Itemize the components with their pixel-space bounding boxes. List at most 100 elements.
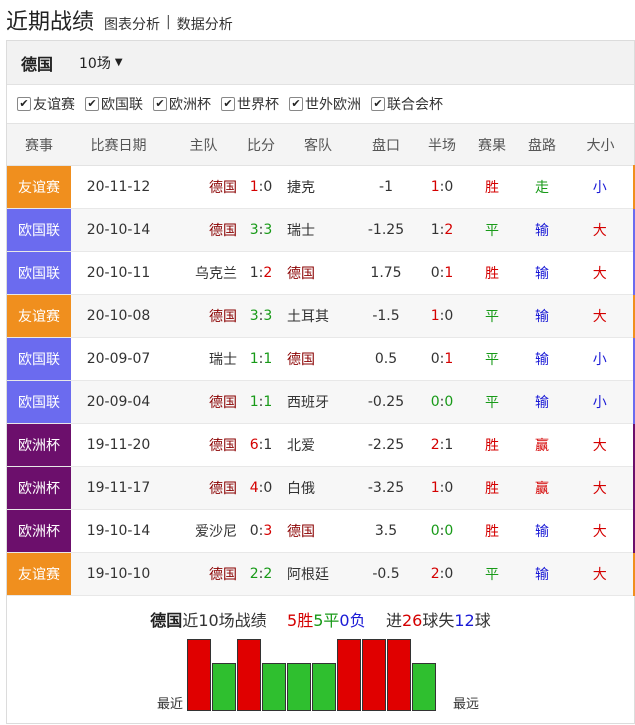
filter-3[interactable]: ✔ 世界杯 [221,94,279,114]
summary-section: 德国近10场战绩 5胜5平0负 进26球失12球 最近 最远 [7,597,634,725]
chart-analysis-link[interactable]: 图表分析 [104,14,160,34]
column-header: 大小 [567,123,634,166]
handicap-result-cell: 输 [517,337,567,381]
summary-text: 近10场战绩 [182,611,267,630]
half-away: 1 [444,265,454,281]
team-name: 德国 [21,54,54,74]
table-row[interactable]: 欧国联 20-09-07 瑞士 1:1 德国 0.5 0:1 平输小 [7,337,635,381]
score-home: 4 [249,480,259,496]
handicap-result-cell: 输 [517,251,567,295]
table-row[interactable]: 欧洲杯 19-10-14 爱沙尼 0:3 德国 3.5 0:0 胜输大 [7,509,635,553]
event-cell: 欧国联 [7,337,71,381]
table-row[interactable]: 欧国联 20-10-14 德国 3:3 瑞士 -1.25 1:2 平输大 [7,208,635,252]
home-team-cell: 爱沙尼 [166,509,241,553]
score-home: 1 [249,179,259,195]
result-cell: 平 [467,208,517,252]
half-time-cell: 1:0 [417,294,467,338]
event-cell: 欧国联 [7,380,71,424]
score-cell: 2:2 [241,552,281,596]
score-away: 1 [263,351,273,367]
table-row[interactable]: 友谊赛 20-11-12 德国 1:0 捷克 -1 1:0 胜走小 [7,165,635,209]
date-cell: 19-11-17 [71,466,166,510]
filter-1[interactable]: ✔ 欧国联 [85,94,143,114]
score-home: 1 [249,394,259,410]
team-bar: 德国 10场 ▼ [7,41,634,85]
summary-draws: 5平 [313,611,340,630]
score-cell: 6:1 [241,423,281,467]
half-time-cell: 0:0 [417,380,467,424]
result-cell: 平 [467,380,517,424]
far-label: 最远 [453,697,480,712]
checkbox-icon[interactable]: ✔ [17,97,31,111]
recent-label: 最近 [157,697,184,712]
half-time-cell: 0:1 [417,251,467,295]
away-team-cell: 北爱 [281,423,355,467]
filter-label: 世外欧洲 [305,97,361,113]
column-header: 比分 [241,123,281,166]
goals-against: 12 [454,611,475,630]
result-cell: 胜 [467,165,517,209]
checkbox-icon[interactable]: ✔ [153,97,167,111]
half-home: 0 [430,523,440,539]
goals-for: 26 [401,611,423,630]
handicap-result-cell: 输 [517,509,567,553]
caret-down-icon: ▼ [114,57,123,68]
half-away: 0 [444,308,454,324]
score-home: 0 [249,523,259,539]
over-under-cell: 大 [567,423,635,467]
date-cell: 19-11-20 [71,423,166,467]
date-cell: 20-09-07 [71,337,166,381]
table-row[interactable]: 欧洲杯 19-11-17 德国 4:0 白俄 -3.25 1:0 胜赢大 [7,466,635,510]
data-analysis-link[interactable]: 数据分析 [177,14,233,34]
checkbox-icon[interactable]: ✔ [371,97,385,111]
table-row[interactable]: 欧国联 20-10-11 乌克兰 1:2 德国 1.75 0:1 胜输大 [7,251,635,295]
half-time-cell: 0:0 [417,509,467,553]
handicap-cell: -0.25 [355,380,417,424]
checkbox-icon[interactable]: ✔ [289,97,303,111]
date-cell: 20-11-12 [71,165,166,209]
match-count-dropdown[interactable]: 10场 ▼ [79,53,123,73]
home-team-cell: 德国 [166,380,241,424]
away-team-cell: 捷克 [281,165,355,209]
filter-5[interactable]: ✔ 联合会杯 [371,94,443,114]
table-row[interactable]: 欧国联 20-09-04 德国 1:1 西班牙 -0.25 0:0 平输小 [7,380,635,424]
half-home: 0 [430,351,440,367]
score-away: 3 [263,523,273,539]
half-away: 0 [444,179,454,195]
half-away: 0 [444,523,454,539]
form-bar-2 [237,639,261,711]
score-cell: 3:3 [241,294,281,338]
home-team-cell: 德国 [166,294,241,338]
filter-0[interactable]: ✔ 友谊赛 [17,94,75,114]
home-team-cell: 德国 [166,208,241,252]
filter-label: 欧国联 [101,97,143,113]
checkbox-icon[interactable]: ✔ [85,97,99,111]
home-team-cell: 德国 [166,466,241,510]
over-under-cell: 大 [567,294,635,338]
score-away: 2 [263,566,273,582]
score-home: 1 [249,265,259,281]
link-separator: | [166,14,171,30]
form-bar-8 [387,639,411,711]
form-bar-9 [412,663,436,711]
table-row[interactable]: 友谊赛 19-10-10 德国 2:2 阿根廷 -0.5 2:0 平输大 [7,552,635,596]
filter-4[interactable]: ✔ 世外欧洲 [289,94,361,114]
handicap-result-cell: 输 [517,208,567,252]
summary-line: 德国近10场战绩 5胜5平0负 进26球失12球 [7,607,634,631]
home-team-cell: 德国 [166,423,241,467]
home-team-cell: 乌克兰 [166,251,241,295]
away-team-cell: 土耳其 [281,294,355,338]
home-team-cell: 德国 [166,552,241,596]
half-home: 1 [430,308,440,324]
filter-2[interactable]: ✔ 欧洲杯 [153,94,211,114]
checkbox-icon[interactable]: ✔ [221,97,235,111]
analysis-links: 图表分析 | 数据分析 [104,14,233,34]
summary-wins: 5胜 [287,611,314,630]
half-time-cell: 1:0 [417,165,467,209]
result-cell: 胜 [467,423,517,467]
handicap-cell: -0.5 [355,552,417,596]
table-row[interactable]: 友谊赛 20-10-08 德国 3:3 土耳其 -1.5 1:0 平输大 [7,294,635,338]
half-home: 0 [430,265,440,281]
table-row[interactable]: 欧洲杯 19-11-20 德国 6:1 北爱 -2.25 2:1 胜赢大 [7,423,635,467]
form-bar-3 [262,663,286,711]
